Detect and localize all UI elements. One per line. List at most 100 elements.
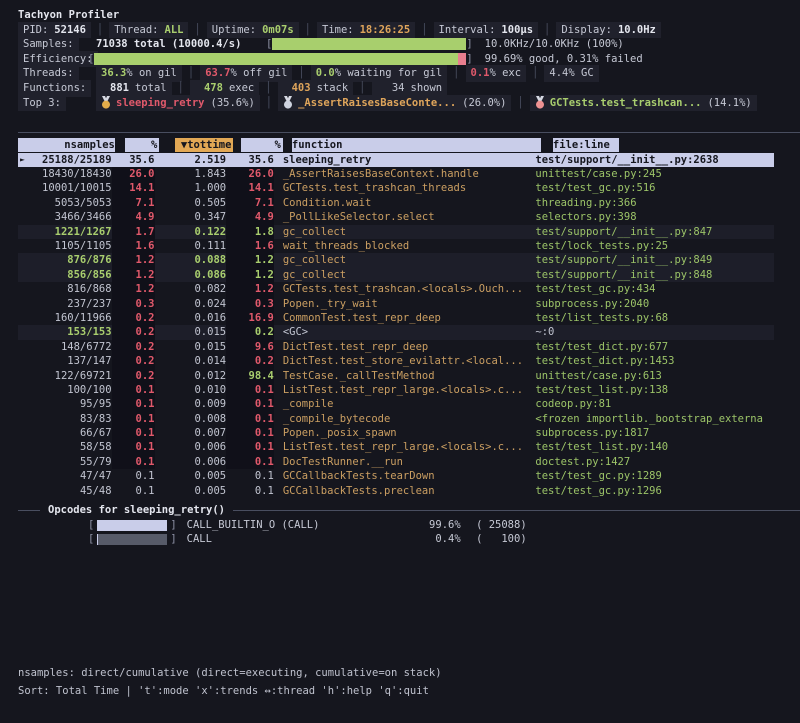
table-row[interactable]: 160/119660.20.01616.9CommonTest.test_rep… [18,311,774,325]
separator: │ [260,96,278,111]
table-row[interactable]: 47/470.10.0050.1GCCallbackTests.tearDown… [18,469,774,483]
table-row[interactable]: 876/8761.20.0881.2gc_collecttest/support… [18,253,774,267]
separator: │ [415,23,433,38]
col-header-tottime-sorted[interactable]: ▼tottime [159,138,233,153]
functions-total-unit: total [135,81,167,96]
divider-line-left [18,510,40,511]
table-row[interactable]: 1221/12671.70.1221.8gc_collecttest/suppo… [18,225,774,239]
table-row[interactable]: 10001/1001514.11.00014.1GCTests.test_tra… [18,182,774,196]
col-header-function[interactable]: function [283,138,541,153]
top3-item-1: sleeping_retry (35.6%) [96,95,260,112]
table-row[interactable]: 55/790.10.0060.1DocTestRunner.__rundocte… [18,455,774,469]
function-cell: _AssertRaisesBaseContext.handle [274,167,524,182]
table-row[interactable]: 100/1000.10.0100.1ListTest.test_repr_lar… [18,383,774,397]
file-line-cell: subprocess.py:2040 [523,297,774,312]
tottime-cell: 0.082 [155,282,227,297]
tottime-cell: 0.347 [155,210,227,225]
gil-on-unit: % on gil [126,66,177,81]
file-line-cell: test/test_dict.py:1453 [523,354,774,369]
table-row-selected[interactable]: ►25188/2518935.62.51935.6sleeping_retryt… [18,153,774,167]
sample-pct-cell: 1.2 [112,253,155,268]
sample-pct-cell: 35.6 [112,153,155,168]
exc-stat: 0.1% exc [466,65,527,82]
function-cell: gc_collect [274,225,524,240]
opcode-bar-fill [97,520,167,531]
function-cell: _compile_bytecode [274,412,524,427]
table-top-divider [18,132,800,133]
functions-line: Functions: 881total │ 478exec │ 403stack… [18,81,800,96]
silver-medal-icon [283,96,293,109]
table-row[interactable]: 122/697210.20.01298.4TestCase._callTestM… [18,369,774,383]
opcode-count: ( 100) [461,532,527,547]
uptime-field: Uptime:0m07s [207,22,299,39]
nsamples-cell: 10001/10015 [18,181,112,196]
tottime-cell: 0.088 [155,253,227,268]
tottime-cell: 0.016 [155,311,227,326]
file-line-cell: test/support/__init__.py:848 [523,268,774,283]
tottime-cell: 1.843 [155,167,227,182]
table-row[interactable]: 95/950.10.0090.1_compilecodeop.py:81 [18,397,774,411]
nsamples-cell: 237/237 [18,297,112,312]
top3-item-2: _AssertRaisesBaseConte... (26.0%) [278,95,511,112]
nsamples-cell: 137/147 [18,354,112,369]
table-row[interactable]: 137/1470.20.0140.2DictTest.test_store_ev… [18,354,774,368]
tottime-cell: 0.006 [155,455,227,470]
table-row[interactable]: 856/8561.20.0861.2gc_collecttest/support… [18,268,774,282]
gil-wait-unit: % waiting for gil [335,66,442,81]
nsamples-cell: 1105/1105 [18,239,112,254]
display-label: Display: [561,23,612,38]
table-row[interactable]: 1105/11051.60.1111.6wait_threads_blocked… [18,239,774,253]
sample-pct-cell: 0.1 [112,484,155,499]
thread-field[interactable]: Thread:ALL [109,22,188,39]
function-cell: DictTest.test_store_evilattr.<local... [274,354,524,369]
nsamples-cell: 55/79 [18,455,112,470]
interval-value: 100μs [501,23,533,38]
nsamples-cell: 160/11966 [18,311,112,326]
col-header-nsamples[interactable]: nsamples [18,138,115,153]
table-row[interactable]: 148/67720.20.0159.6DictTest.test_repr_de… [18,340,774,354]
opcode-name: CALL_BUILTIN_O (CALL) [187,518,415,533]
thread-value: ALL [165,23,184,38]
separator: │ [172,81,190,96]
nsamples-cell: 148/6772 [18,340,112,355]
gil-wait-value: 0.0 [316,66,335,81]
sample-pct-header-label: % [125,138,159,152]
table-row[interactable]: 237/2370.30.0240.3Popen._try_waitsubproc… [18,297,774,311]
table-row[interactable]: 58/580.10.0060.1ListTest.test_repr_large… [18,441,774,455]
table-row[interactable]: 66/670.10.0070.1Popen._posix_spawnsubpro… [18,426,774,440]
cumul-pct-cell: 9.6 [226,340,274,355]
display-value: 10.0Hz [618,23,656,38]
table-row[interactable]: 18430/1843026.01.84326.0_AssertRaisesBas… [18,167,774,181]
top1-percent: (35.6%) [211,96,255,111]
col-header-sample-pct[interactable]: % [115,138,159,153]
exc-value: 0.1 [471,66,490,81]
separator: │ [188,23,206,38]
opcodes-section-title: Opcodes for sleeping_retry() [48,503,225,518]
separator: │ [299,23,317,38]
separator: │ [447,66,465,81]
nsamples-cell: 1221/1267 [18,225,112,240]
nsamples-cell: 25188/25189 [18,153,112,168]
nsamples-cell: 3466/3466 [18,210,112,225]
efficiency-bar-good [94,53,458,65]
col-header-file-line[interactable]: file:line [541,138,800,153]
functions-stack-unit: stack [317,81,349,96]
table-row[interactable]: 45/480.10.0050.1GCCallbackTests.preclean… [18,484,774,498]
function-cell: sleeping_retry [274,153,524,168]
table-row[interactable]: 153/1530.20.0150.2<GC>~:0 [18,325,774,339]
nsamples-header-label: nsamples [18,138,115,152]
status-line: PID:52146 │ Thread:ALL │ Uptime:0m07s │ … [18,23,800,38]
separator: │ [91,23,109,38]
gil-off-value: 63.7 [205,66,230,81]
opcode-percent: 99.6% [415,518,461,533]
col-header-cumul-pct[interactable]: % [233,138,282,153]
table-row[interactable]: 816/8681.20.0821.2GCTests.test_trashcan.… [18,282,774,296]
file-line-cell: test/test_list.py:140 [523,440,774,455]
bar-open-bracket: [ [88,518,94,533]
table-row[interactable]: 83/830.10.0080.1_compile_bytecode<frozen… [18,412,774,426]
selected-row-marker-icon: ► [20,153,25,167]
opcode-row: [ ] CALL_BUILTIN_O (CALL) 99.6% ( 25088) [18,518,800,533]
table-row[interactable]: 3466/34664.90.3474.9_PollLikeSelector.se… [18,210,774,224]
table-row[interactable]: 5053/50537.10.5057.1Condition.waitthread… [18,196,774,210]
separator: │ [292,66,310,81]
